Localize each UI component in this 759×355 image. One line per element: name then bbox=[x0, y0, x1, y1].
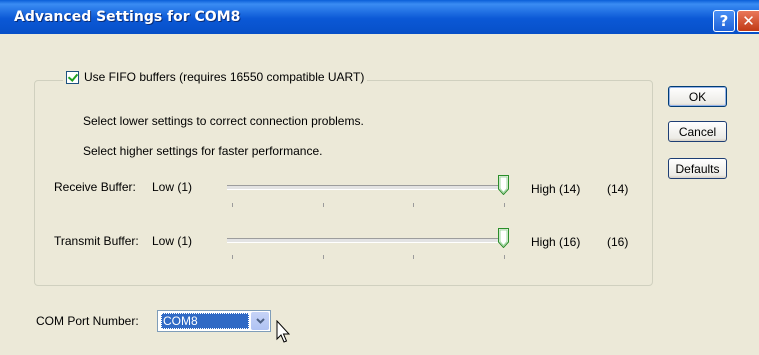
close-icon: ✕ bbox=[742, 12, 755, 30]
cancel-button-label: Cancel bbox=[678, 124, 717, 139]
transmit-slider-track[interactable] bbox=[227, 238, 508, 243]
receive-tick bbox=[413, 203, 414, 207]
receive-tick bbox=[504, 203, 505, 207]
transmit-tick bbox=[413, 255, 414, 259]
fifo-checkbox[interactable] bbox=[66, 70, 79, 84]
close-button[interactable]: ✕ bbox=[737, 10, 759, 32]
fifo-checkbox-label[interactable]: Use FIFO buffers (requires 16550 compati… bbox=[84, 70, 364, 84]
defaults-button-label: Defaults bbox=[675, 161, 720, 176]
transmit-tick bbox=[232, 255, 233, 259]
window-title: Advanced Settings for COM8 bbox=[14, 9, 241, 25]
ok-button-label: OK bbox=[688, 89, 707, 104]
receive-high-label: High (14) bbox=[531, 182, 581, 196]
chevron-down-icon bbox=[255, 318, 265, 324]
transmit-buffer-label: Transmit Buffer: bbox=[54, 234, 139, 248]
title-bar[interactable]: Advanced Settings for COM8 ? ✕ bbox=[0, 0, 759, 34]
com-port-label: COM Port Number: bbox=[36, 314, 139, 328]
receive-tick bbox=[323, 203, 324, 207]
help-button[interactable]: ? bbox=[713, 10, 735, 32]
transmit-high-label: High (16) bbox=[531, 235, 581, 249]
ok-button[interactable]: OK bbox=[668, 86, 727, 107]
dropdown-button[interactable] bbox=[251, 312, 269, 330]
transmit-value-label: (16) bbox=[607, 235, 629, 249]
hint-higher-text: Select higher settings for faster perfor… bbox=[83, 144, 323, 158]
receive-tick bbox=[232, 203, 233, 207]
com-port-select[interactable]: COM8 bbox=[157, 310, 271, 332]
hint-lower-text: Select lower settings to correct connect… bbox=[83, 114, 364, 128]
transmit-tick bbox=[504, 255, 505, 259]
cancel-button[interactable]: Cancel bbox=[668, 121, 727, 142]
receive-value-label: (14) bbox=[607, 182, 629, 196]
receive-low-label: Low (1) bbox=[152, 180, 193, 194]
receive-buffer-label: Receive Buffer: bbox=[54, 180, 136, 194]
mouse-pointer-icon bbox=[276, 320, 290, 343]
com-port-selected-value: COM8 bbox=[161, 313, 249, 329]
help-icon: ? bbox=[719, 12, 729, 30]
receive-slider-thumb[interactable] bbox=[498, 175, 509, 195]
fifo-checkbox-row[interactable]: Use FIFO buffers (requires 16550 compati… bbox=[63, 68, 368, 86]
receive-slider-track[interactable] bbox=[227, 185, 508, 190]
transmit-low-label: Low (1) bbox=[152, 234, 193, 248]
defaults-button[interactable]: Defaults bbox=[668, 158, 727, 179]
transmit-slider-thumb[interactable] bbox=[498, 228, 509, 248]
transmit-tick bbox=[323, 255, 324, 259]
